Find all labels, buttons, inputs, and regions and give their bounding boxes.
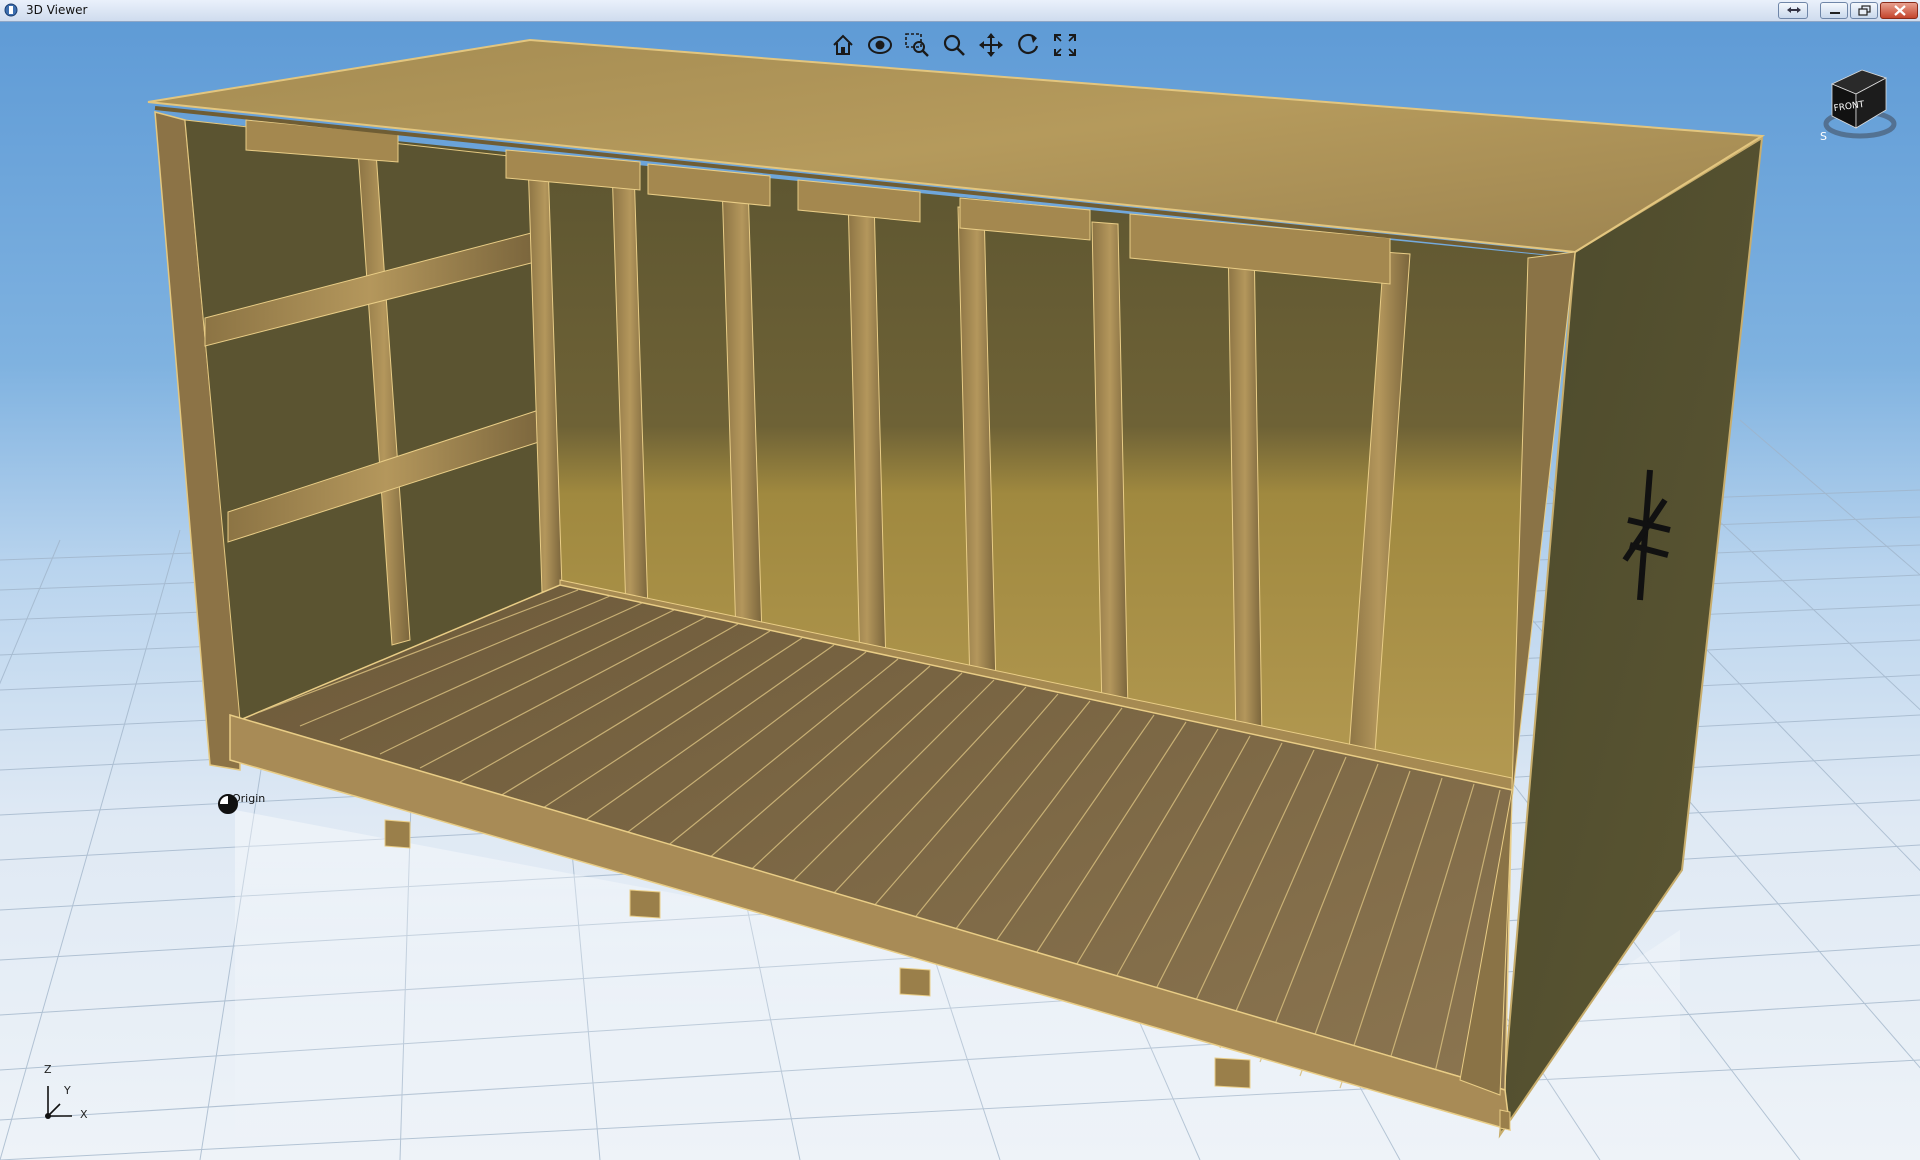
- restore-alt-button[interactable]: [1778, 2, 1808, 19]
- maximize-button[interactable]: [1850, 2, 1878, 19]
- home-view-button[interactable]: [826, 28, 860, 62]
- double-arrow-icon: [1787, 7, 1801, 13]
- pan-button[interactable]: [974, 28, 1008, 62]
- view-cube[interactable]: FRONT S: [1812, 52, 1912, 152]
- minimize-button[interactable]: [1820, 2, 1848, 19]
- zoom-window-icon: [905, 33, 929, 57]
- 3d-viewport[interactable]: FRONT S Origin Z Y X: [0, 22, 1920, 1160]
- viewer-window: 3D Viewer FRONT S Origin Z Y X: [0, 0, 1920, 1160]
- axis-triad: Z Y X: [28, 1062, 108, 1142]
- app-icon: [4, 3, 18, 17]
- pan-icon: [979, 33, 1003, 57]
- restore-icon: [1858, 5, 1871, 16]
- fit-all-icon: [1054, 34, 1076, 56]
- minimize-icon: [1830, 12, 1840, 14]
- close-button[interactable]: [1880, 2, 1918, 19]
- compass-south-label[interactable]: S: [1820, 130, 1827, 143]
- zoom-window-button[interactable]: [900, 28, 934, 62]
- scene-canvas[interactable]: [0, 22, 1920, 1160]
- look-at-button[interactable]: [863, 28, 897, 62]
- fit-all-button[interactable]: [1048, 28, 1082, 62]
- look-at-icon: [868, 36, 892, 54]
- view-cube-icon: FRONT S: [1820, 69, 1897, 143]
- orbit-icon: [1018, 33, 1039, 55]
- axis-z-label: Z: [44, 1063, 52, 1076]
- home-icon: [833, 34, 853, 55]
- close-icon: [1894, 5, 1906, 16]
- axis-triad-icon: [45, 1086, 72, 1119]
- axis-x-label: X: [80, 1108, 88, 1121]
- window-title: 3D Viewer: [26, 3, 88, 17]
- axis-y-label: Y: [64, 1084, 71, 1097]
- zoom-button[interactable]: [937, 28, 971, 62]
- orbit-button[interactable]: [1011, 28, 1045, 62]
- title-bar[interactable]: 3D Viewer: [0, 0, 1920, 22]
- origin-label: Origin: [232, 792, 266, 805]
- view-toolbar: [826, 28, 1082, 62]
- zoom-icon: [943, 34, 965, 56]
